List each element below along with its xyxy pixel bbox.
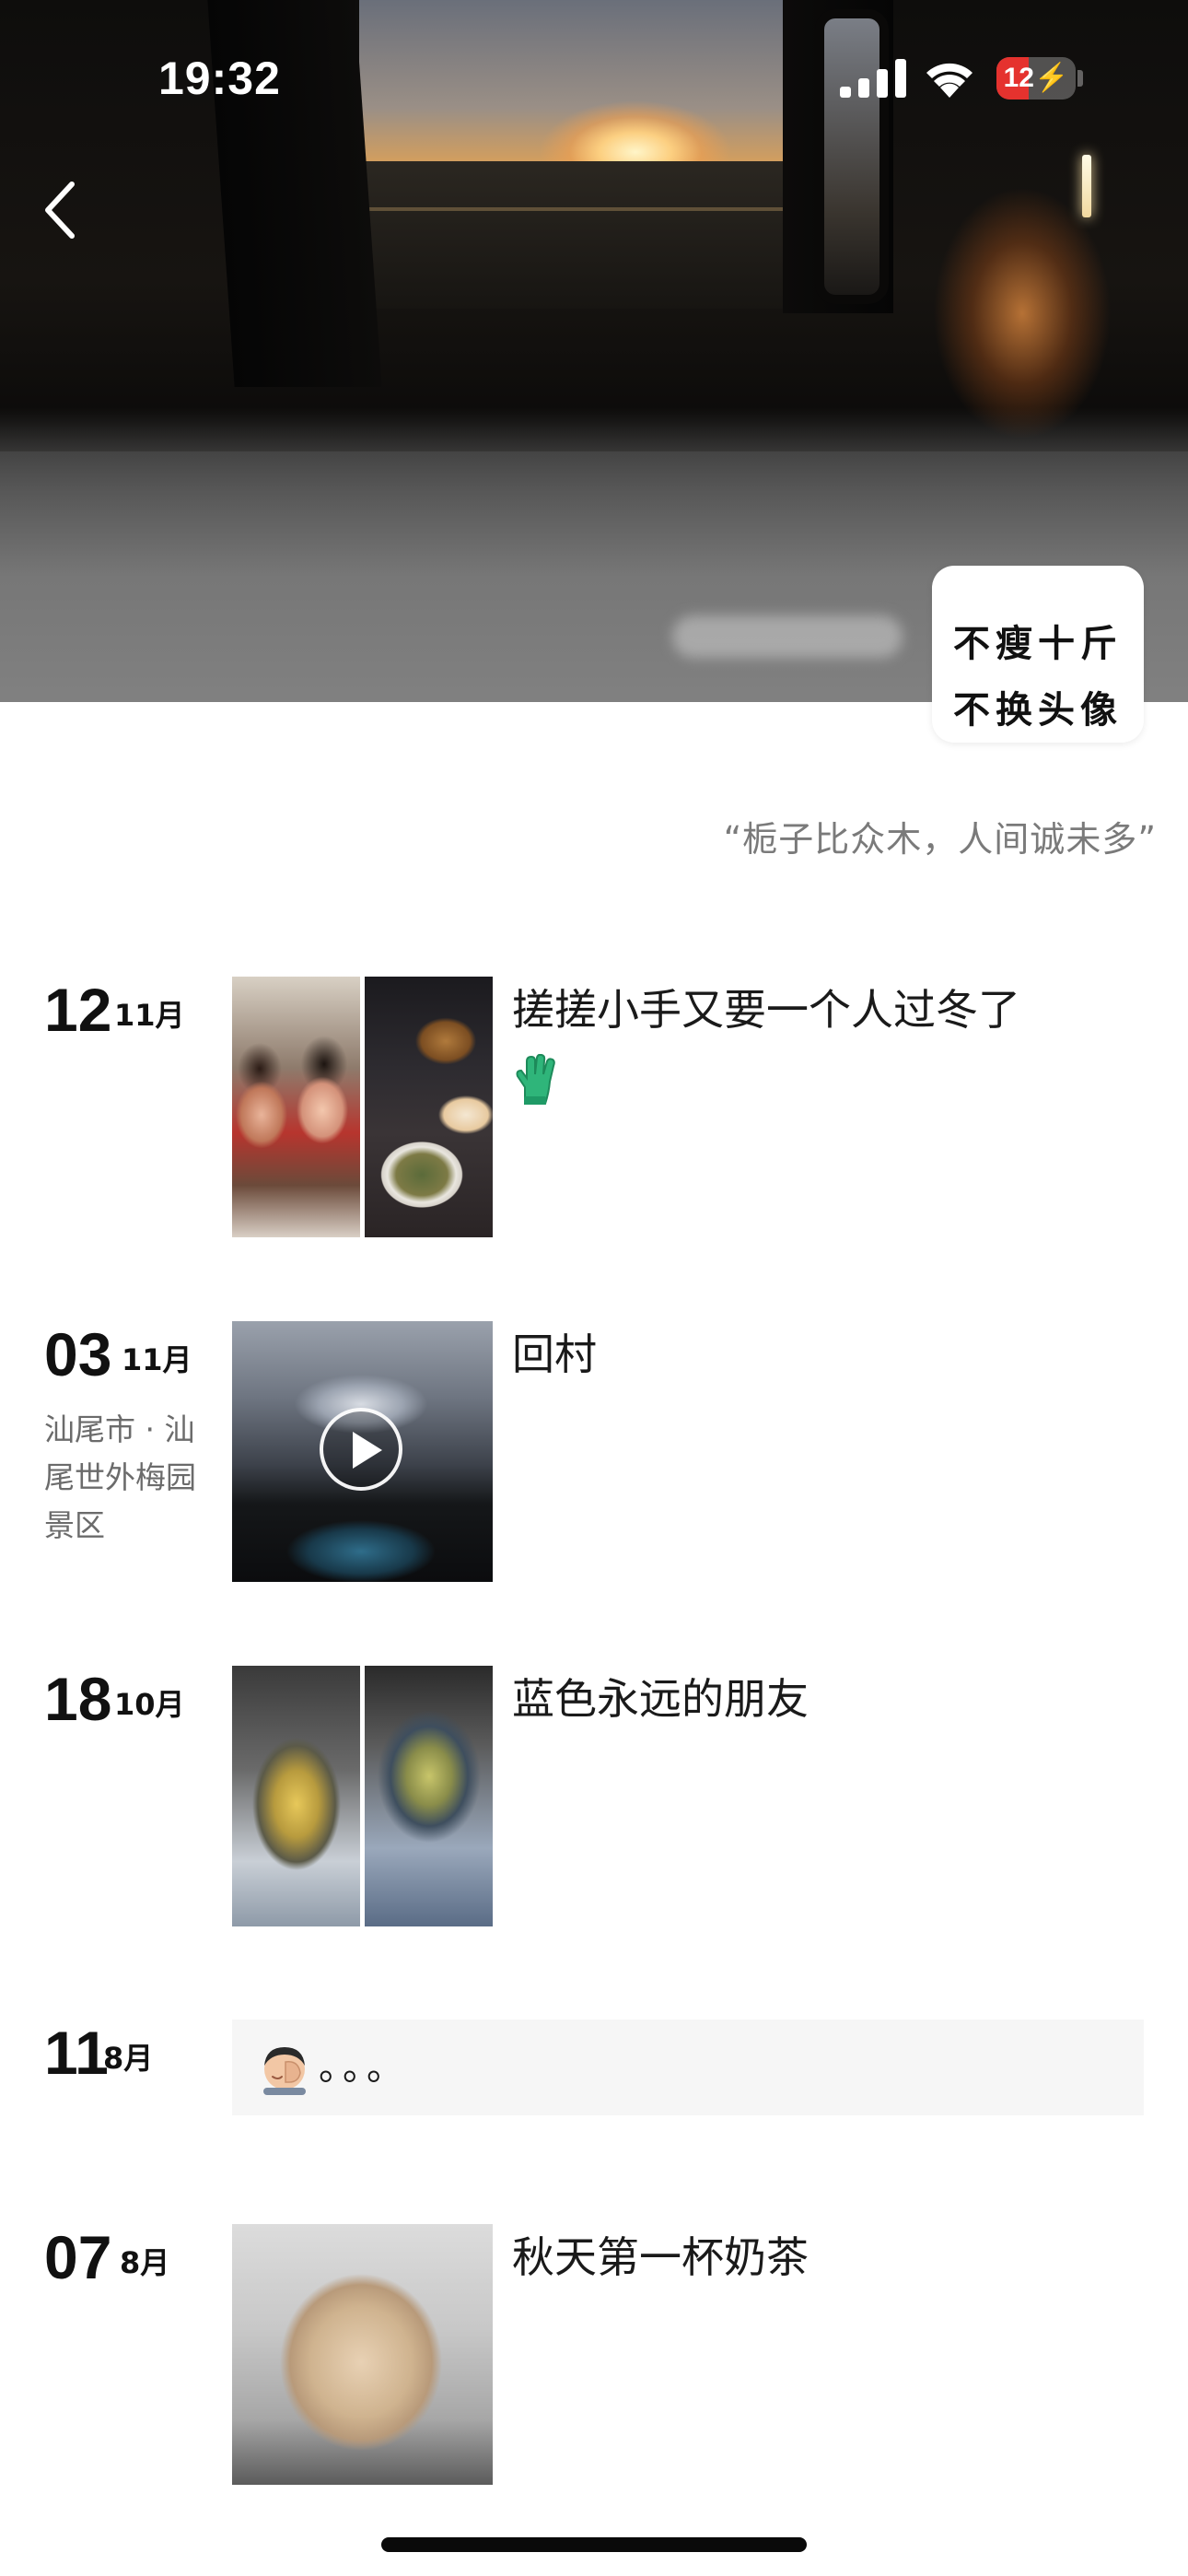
moment-text[interactable]: 回村 — [512, 1321, 1138, 1388]
moment-text[interactable]: 蓝色永远的朋友 — [512, 1666, 1138, 1732]
moment-month: 11月 — [114, 998, 185, 1033]
moment-photo-grid[interactable] — [232, 1666, 493, 1926]
moment-month: 10月 — [114, 1687, 185, 1722]
moment-item[interactable]: 18 10月 蓝色永远的朋友 — [0, 1666, 1188, 1933]
status-bar: 19:32 12⚡ — [0, 0, 1188, 147]
moment-text[interactable]: 秋天第一杯奶茶 — [512, 2224, 1138, 2290]
avatar-text-line1: 不瘦十斤 — [953, 623, 1123, 665]
moment-photo-grid[interactable] — [232, 977, 493, 1237]
moment-photo[interactable] — [365, 977, 493, 1237]
blurred-nickname — [672, 615, 903, 658]
moment-day: 12 — [44, 976, 112, 1044]
battery-indicator: 12⚡ — [996, 57, 1076, 100]
moment-day: 07 — [44, 2223, 112, 2291]
glove-icon — [516, 1053, 555, 1105]
facepalm-icon — [263, 2047, 306, 2095]
moment-photo[interactable] — [232, 2224, 493, 2485]
moment-day: 11 — [44, 2019, 109, 2087]
moment-item[interactable]: 03 11月 汕尾市 · 汕尾世外梅园景区 回村 — [0, 1321, 1188, 1588]
back-arrow-icon[interactable] — [33, 173, 88, 247]
moment-text[interactable]: 搓搓小手又要一个人过冬了 — [512, 977, 1138, 1109]
status-time: 19:32 — [158, 53, 281, 104]
cover-candle — [1082, 155, 1091, 217]
profile-avatar[interactable]: 不瘦十斤 不换头像 — [932, 566, 1144, 743]
moment-text: 。。。 — [319, 2046, 409, 2089]
home-indicator[interactable] — [381, 2537, 807, 2552]
battery-cap — [1077, 70, 1083, 87]
moment-photo[interactable] — [232, 1666, 360, 1926]
play-triangle — [353, 1432, 382, 1469]
battery-level-text: 12⚡ — [1003, 63, 1069, 93]
moments-profile-screen: 19:32 12⚡ 不瘦十斤 不换头像 “栀子比众木，人间诚未多” 12 11月… — [0, 0, 1188, 2576]
moment-text-content: 搓搓小手又要一个人过冬了 — [512, 985, 1020, 1035]
moment-item[interactable]: 11 8月 。。。 — [0, 2020, 1188, 2121]
moment-month: 8月 — [120, 2245, 170, 2280]
profile-signature: “栀子比众木，人间诚未多” — [723, 819, 1157, 860]
cellular-signal-icon — [840, 59, 906, 98]
moment-month: 11月 — [122, 1342, 192, 1377]
avatar-text-line2: 不换头像 — [953, 689, 1123, 732]
moment-video-thumbnail[interactable] — [232, 1321, 493, 1582]
moment-location[interactable]: 汕尾市 · 汕尾世外梅园景区 — [44, 1406, 219, 1550]
moment-item[interactable]: 12 11月 搓搓小手又要一个人过冬了 — [0, 977, 1188, 1244]
cover-warm-glow — [912, 166, 1151, 498]
moment-day: 03 — [44, 1320, 112, 1388]
moment-photo[interactable] — [232, 977, 360, 1237]
moment-day: 18 — [44, 1665, 112, 1733]
moment-photo[interactable] — [365, 1666, 493, 1926]
moment-month: 8月 — [103, 2041, 154, 2076]
wifi-icon — [926, 63, 973, 98]
moment-text-card[interactable]: 。。。 — [232, 2020, 1144, 2115]
play-icon[interactable] — [320, 1408, 402, 1491]
moment-item[interactable]: 07 8月 秋天第一杯奶茶 — [0, 2224, 1188, 2491]
